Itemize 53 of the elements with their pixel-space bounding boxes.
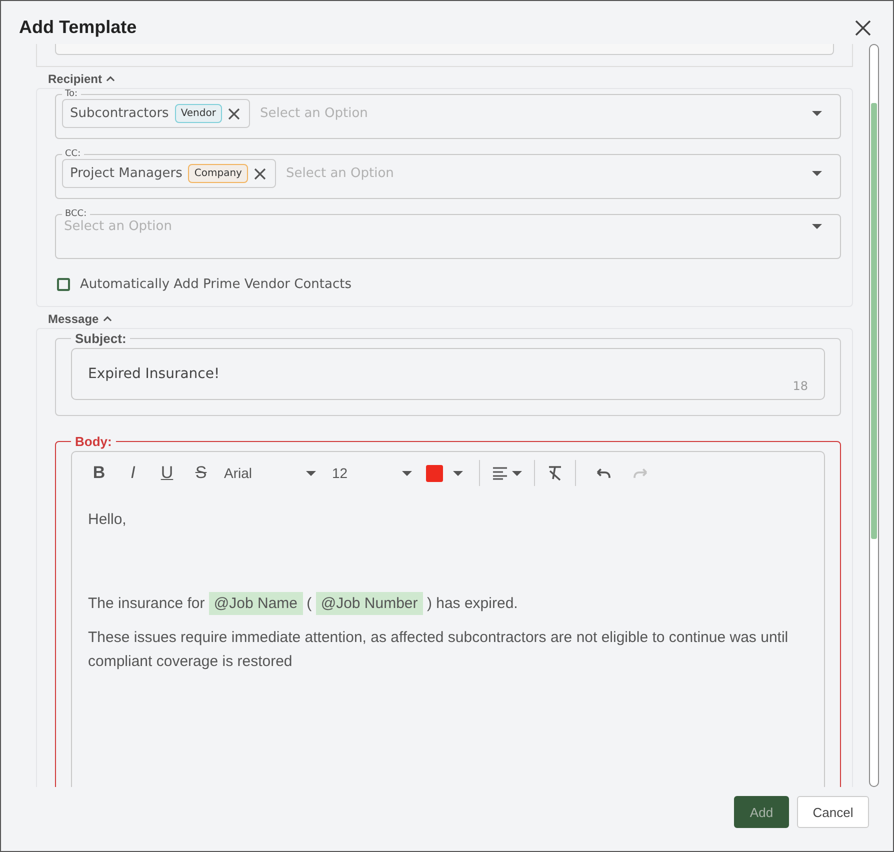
add-button[interactable]: Add <box>734 796 789 828</box>
checkbox-label: Automatically Add Prime Vendor Contacts <box>80 277 352 292</box>
chevron-up-icon[interactable] <box>106 76 116 82</box>
scrollbar-thumb[interactable] <box>871 103 877 539</box>
subject-label: Subject: <box>74 331 128 346</box>
align-left-icon[interactable] <box>492 466 508 480</box>
input-field[interactable] <box>55 44 834 55</box>
close-icon[interactable] <box>855 20 871 36</box>
recipient-select[interactable]: CC: Project Managers Company Select an Option <box>55 149 841 199</box>
chip-label: Project Managers <box>70 166 182 181</box>
body-paragraph: The insurance for @Job Name ( @Job Number ) has expired. <box>88 592 808 616</box>
chip-label: Subcontractors <box>70 106 169 121</box>
text-color-swatch[interactable] <box>426 464 443 482</box>
dialog-title: Add Template <box>19 17 137 38</box>
type-tag: Company <box>188 164 248 183</box>
body-label: Body: <box>74 434 113 449</box>
bold-button[interactable]: B <box>82 463 116 483</box>
select-placeholder: Select an Option <box>258 106 369 121</box>
caret-icon <box>306 470 316 476</box>
subject-value: Expired Insurance! <box>88 366 220 382</box>
select-placeholder: Select an Option <box>284 166 395 181</box>
field-label: BCC: <box>64 209 88 219</box>
font-select[interactable]: Arial <box>224 465 316 481</box>
dropdown-caret-icon <box>812 111 822 116</box>
checkbox[interactable] <box>57 278 70 291</box>
caret-icon <box>512 470 522 476</box>
chevron-up-icon[interactable] <box>102 316 112 322</box>
body-paragraph: These issues require immediate attention, as affected subcontractors are not eligible to continue was until compliant coverage is restored <box>88 628 790 672</box>
character-count: 18 <box>792 379 808 393</box>
field-label: CC: <box>64 149 82 159</box>
close-icon[interactable] <box>228 108 240 120</box>
type-tag: Vendor <box>174 104 222 123</box>
strike-button[interactable]: S <box>184 463 218 483</box>
underline-button[interactable]: U <box>150 463 184 483</box>
select-placeholder: Select an Option <box>63 219 173 234</box>
dropdown-caret-icon <box>812 171 822 176</box>
recipient-select[interactable]: BCC: Select an Option <box>55 209 841 259</box>
dropdown-caret-icon <box>812 224 822 229</box>
caret-icon <box>402 470 412 476</box>
section-title: Recipient <box>48 72 102 86</box>
caret-icon <box>453 470 463 476</box>
undo-icon[interactable] <box>594 466 612 480</box>
scrollbar[interactable] <box>869 44 879 787</box>
close-icon[interactable] <box>254 168 266 180</box>
size-select[interactable]: 12 <box>332 465 412 481</box>
clear-format-icon[interactable] <box>547 465 563 481</box>
italic-button[interactable]: I <box>116 463 150 483</box>
section-title: Message <box>48 312 99 326</box>
body-paragraph: Hello, <box>88 510 128 530</box>
cancel-button[interactable]: Cancel <box>797 796 869 828</box>
subject-field[interactable]: Expired Insurance! 18 <box>71 348 825 400</box>
field-label: To: <box>64 89 79 99</box>
recipient-select[interactable]: To: Subcontractors Vendor Select an Option <box>55 89 841 139</box>
